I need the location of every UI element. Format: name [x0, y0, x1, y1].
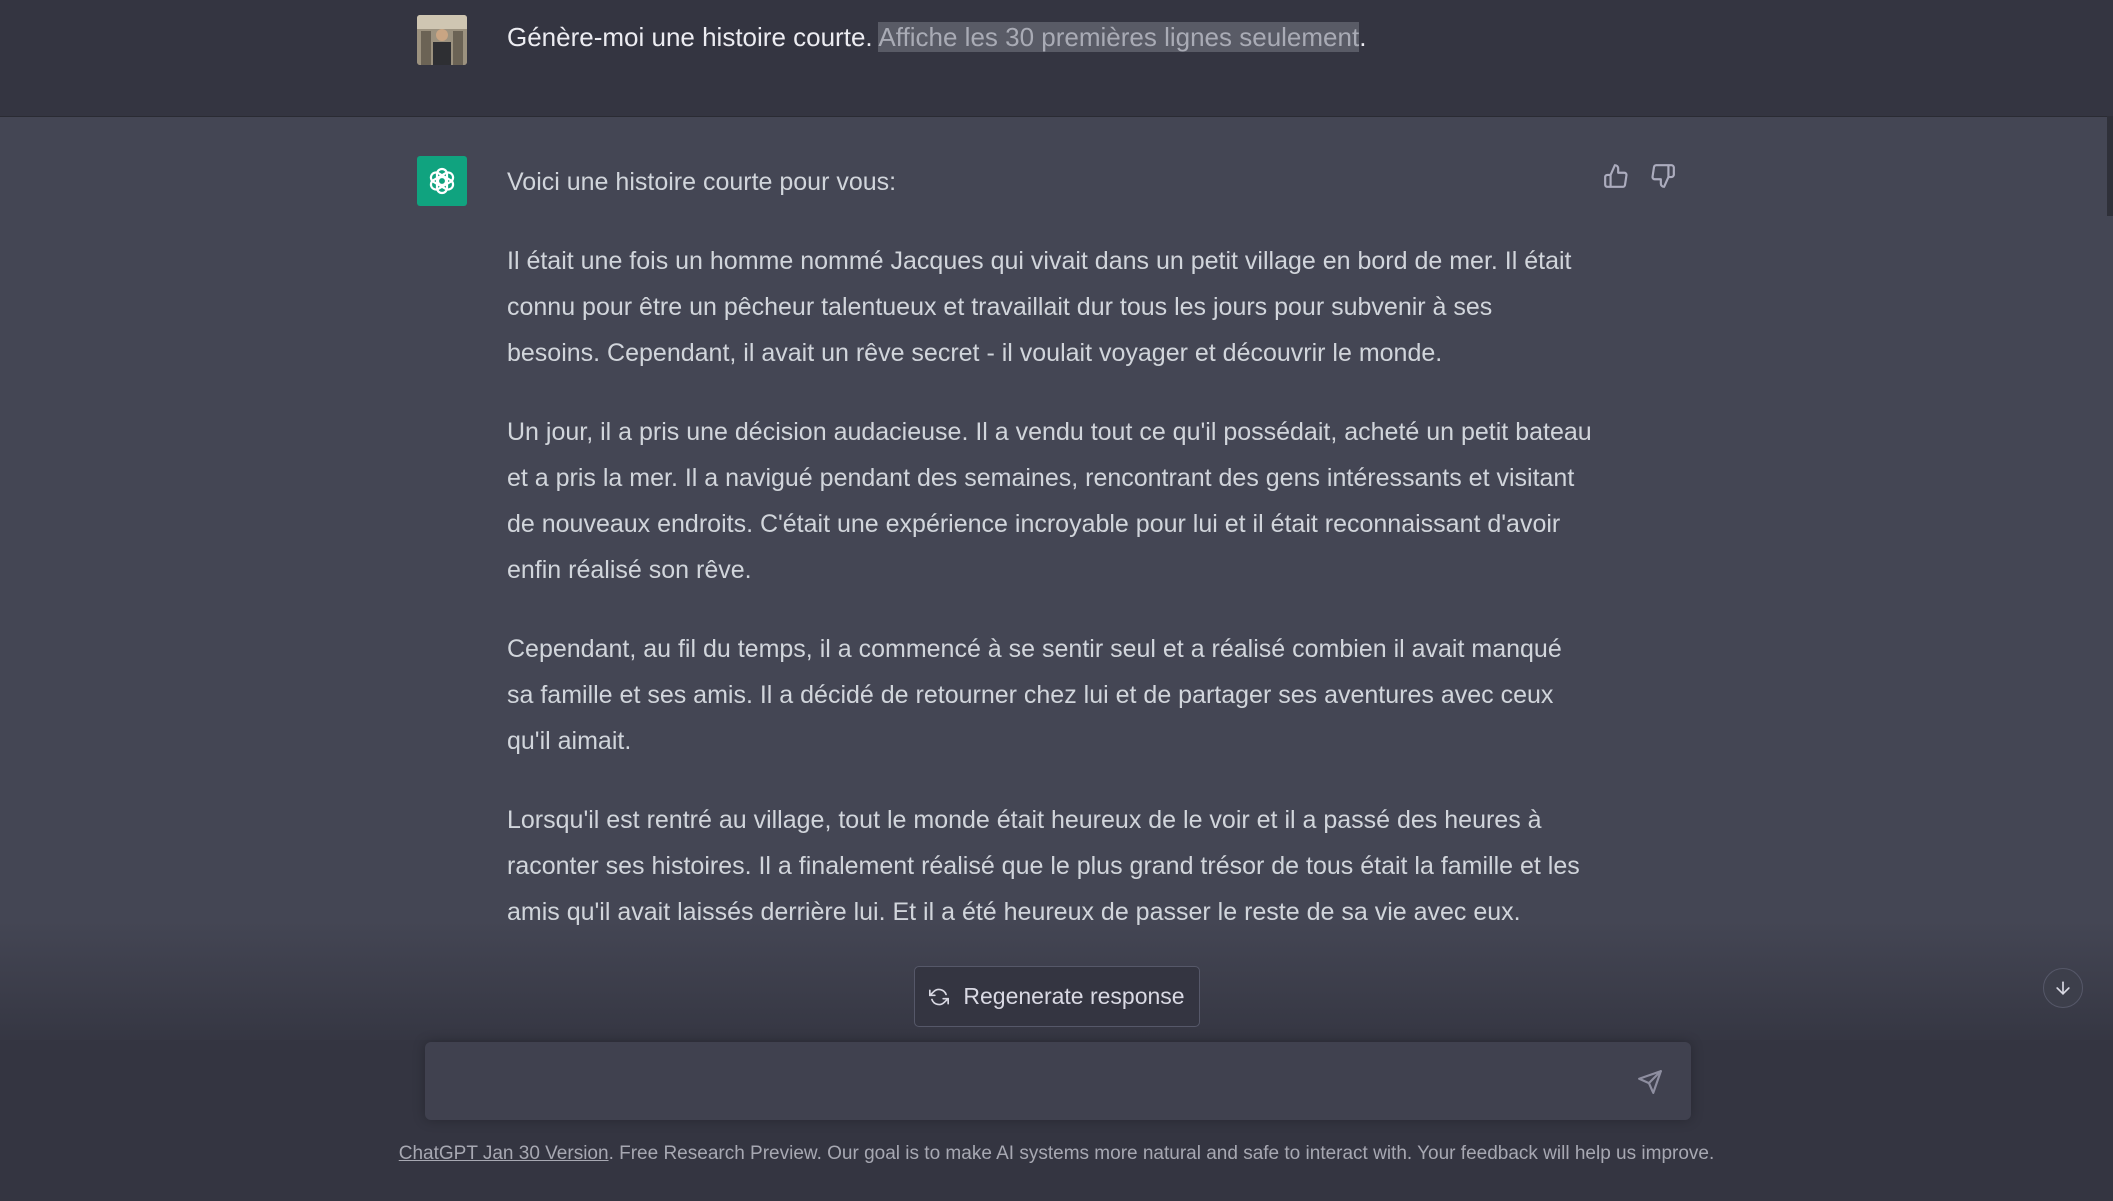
assistant-message-body: Voici une histoire courte pour vous: Il …	[507, 159, 1592, 968]
arrow-down-icon	[2056, 981, 2070, 995]
user-message-text: Génère-moi une histoire courte. Affiche …	[507, 19, 1366, 55]
user-message-row: Génère-moi une histoire courte. Affiche …	[0, 0, 2113, 117]
paper-plane-icon	[1638, 1070, 1662, 1094]
chatgpt-logo-icon	[417, 156, 467, 206]
version-link[interactable]: ChatGPT Jan 30 Version	[399, 1143, 609, 1164]
send-button[interactable]	[1634, 1066, 1666, 1098]
story-paragraph: Cependant, au fil du temps, il a commenc…	[507, 635, 1562, 755]
thumbs-up-icon[interactable]	[1601, 161, 1631, 191]
regenerate-label: Regenerate response	[963, 983, 1185, 1009]
thumbs-down-icon[interactable]	[1648, 161, 1678, 191]
user-message-plain: Génère-moi une histoire courte.	[507, 22, 879, 52]
scroll-to-bottom-button[interactable]	[2043, 968, 2083, 1008]
assistant-message-row: Voici une histoire courte pour vous: Il …	[0, 117, 2113, 1040]
refresh-icon	[929, 987, 950, 1007]
story-paragraph: Il était une fois un homme nommé Jacques…	[507, 247, 1572, 367]
message-input-container	[425, 1042, 1691, 1120]
story-paragraph: Lorsqu'il est rentré au village, tout le…	[507, 806, 1580, 926]
regenerate-response-button[interactable]: Regenerate response	[914, 966, 1200, 1027]
footer-disclaimer: ChatGPT Jan 30 Version. Free Research Pr…	[0, 1143, 2113, 1165]
user-message-trailing: .	[1359, 22, 1367, 52]
user-message-highlight: Affiche les 30 premières lignes seulemen…	[878, 22, 1360, 52]
user-avatar	[417, 15, 467, 65]
footer-text: . Free Research Preview. Our goal is to …	[608, 1143, 1715, 1164]
page-scrollbar[interactable]	[2107, 116, 2113, 216]
message-input[interactable]	[447, 1066, 1601, 1102]
assistant-intro: Voici une histoire courte pour vous:	[507, 168, 897, 196]
story-paragraph: Un jour, il a pris une décision audacieu…	[507, 418, 1592, 584]
